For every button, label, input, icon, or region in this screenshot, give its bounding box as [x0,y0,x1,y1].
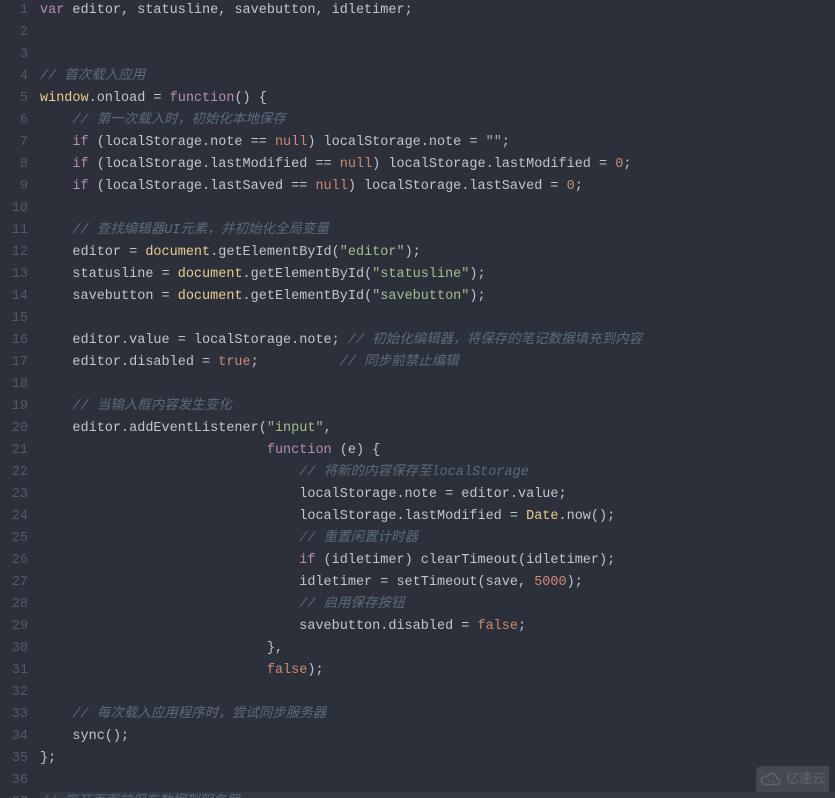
line-number: 28 [0,594,28,616]
line-number: 37 [0,792,28,798]
line-number: 30 [0,638,28,660]
code-line[interactable]: editor = document.getElementById("editor… [40,242,835,264]
line-number: 8 [0,154,28,176]
line-number: 19 [0,396,28,418]
code-line[interactable]: if (localStorage.lastModified == null) l… [40,154,835,176]
code-line[interactable]: // 当输入框内容发生变化 [40,396,835,418]
code-editor: 1234567891011121314151617181920212223242… [0,0,835,798]
line-number: 29 [0,616,28,638]
code-line[interactable] [40,22,835,44]
line-number: 23 [0,484,28,506]
line-number: 26 [0,550,28,572]
line-number: 7 [0,132,28,154]
code-line[interactable] [40,682,835,704]
code-line[interactable]: editor.value = localStorage.note; // 初始化… [40,330,835,352]
code-line[interactable] [40,374,835,396]
code-line[interactable]: idletimer = setTimeout(save, 5000); [40,572,835,594]
code-line[interactable] [40,308,835,330]
code-line[interactable]: // 首次载入应用 [40,66,835,88]
line-number: 10 [0,198,28,220]
line-number: 25 [0,528,28,550]
line-number: 1 [0,0,28,22]
code-line[interactable]: editor.addEventListener("input", [40,418,835,440]
code-line[interactable]: localStorage.note = editor.value; [40,484,835,506]
code-line[interactable]: false); [40,660,835,682]
line-number: 35 [0,748,28,770]
code-line[interactable]: }, [40,638,835,660]
code-line[interactable]: // 启用保存按钮 [40,594,835,616]
line-number: 3 [0,44,28,66]
line-number: 9 [0,176,28,198]
watermark-text: 亿速云 [786,768,825,790]
code-line[interactable]: if (localStorage.note == null) localStor… [40,132,835,154]
line-number: 21 [0,440,28,462]
code-line[interactable] [40,44,835,66]
watermark: 亿速云 [756,766,829,792]
code-line[interactable]: // 将新的内容保存至localStorage [40,462,835,484]
code-line[interactable]: // 重置闲置计时器 [40,528,835,550]
line-number: 33 [0,704,28,726]
line-number: 11 [0,220,28,242]
code-line[interactable]: // 离开页面前保存数据到服务器 [40,792,835,798]
line-number: 15 [0,308,28,330]
line-number: 22 [0,462,28,484]
line-number: 16 [0,330,28,352]
line-number: 36 [0,770,28,792]
code-line[interactable]: window.onload = function() { [40,88,835,110]
line-number: 4 [0,66,28,88]
line-number: 12 [0,242,28,264]
code-line[interactable]: // 每次载入应用程序时，尝试同步服务器 [40,704,835,726]
cloud-icon [760,771,782,787]
line-number: 20 [0,418,28,440]
code-line[interactable]: if (localStorage.lastSaved == null) loca… [40,176,835,198]
line-number: 17 [0,352,28,374]
code-line[interactable]: function (e) { [40,440,835,462]
code-line[interactable]: statusline = document.getElementById("st… [40,264,835,286]
line-number: 31 [0,660,28,682]
line-number: 2 [0,22,28,44]
line-number: 18 [0,374,28,396]
code-line[interactable]: savebutton.disabled = false; [40,616,835,638]
code-line[interactable] [40,198,835,220]
code-line[interactable]: // 第一次载入时，初始化本地保存 [40,110,835,132]
code-line[interactable]: }; [40,748,835,770]
code-line[interactable]: // 查找编辑器UI元素，并初始化全局变量 [40,220,835,242]
code-line[interactable] [40,770,835,792]
code-line[interactable]: localStorage.lastModified = Date.now(); [40,506,835,528]
code-line[interactable]: if (idletimer) clearTimeout(idletimer); [40,550,835,572]
code-area[interactable]: var editor, statusline, savebutton, idle… [36,0,835,798]
line-number: 27 [0,572,28,594]
line-number: 14 [0,286,28,308]
code-line[interactable]: var editor, statusline, savebutton, idle… [40,0,835,22]
line-number: 6 [0,110,28,132]
code-line[interactable]: editor.disabled = true; // 同步前禁止编辑 [40,352,835,374]
line-number: 32 [0,682,28,704]
line-number: 13 [0,264,28,286]
line-number: 5 [0,88,28,110]
code-line[interactable]: savebutton = document.getElementById("sa… [40,286,835,308]
line-number-gutter: 1234567891011121314151617181920212223242… [0,0,36,798]
code-line[interactable]: sync(); [40,726,835,748]
line-number: 24 [0,506,28,528]
line-number: 34 [0,726,28,748]
